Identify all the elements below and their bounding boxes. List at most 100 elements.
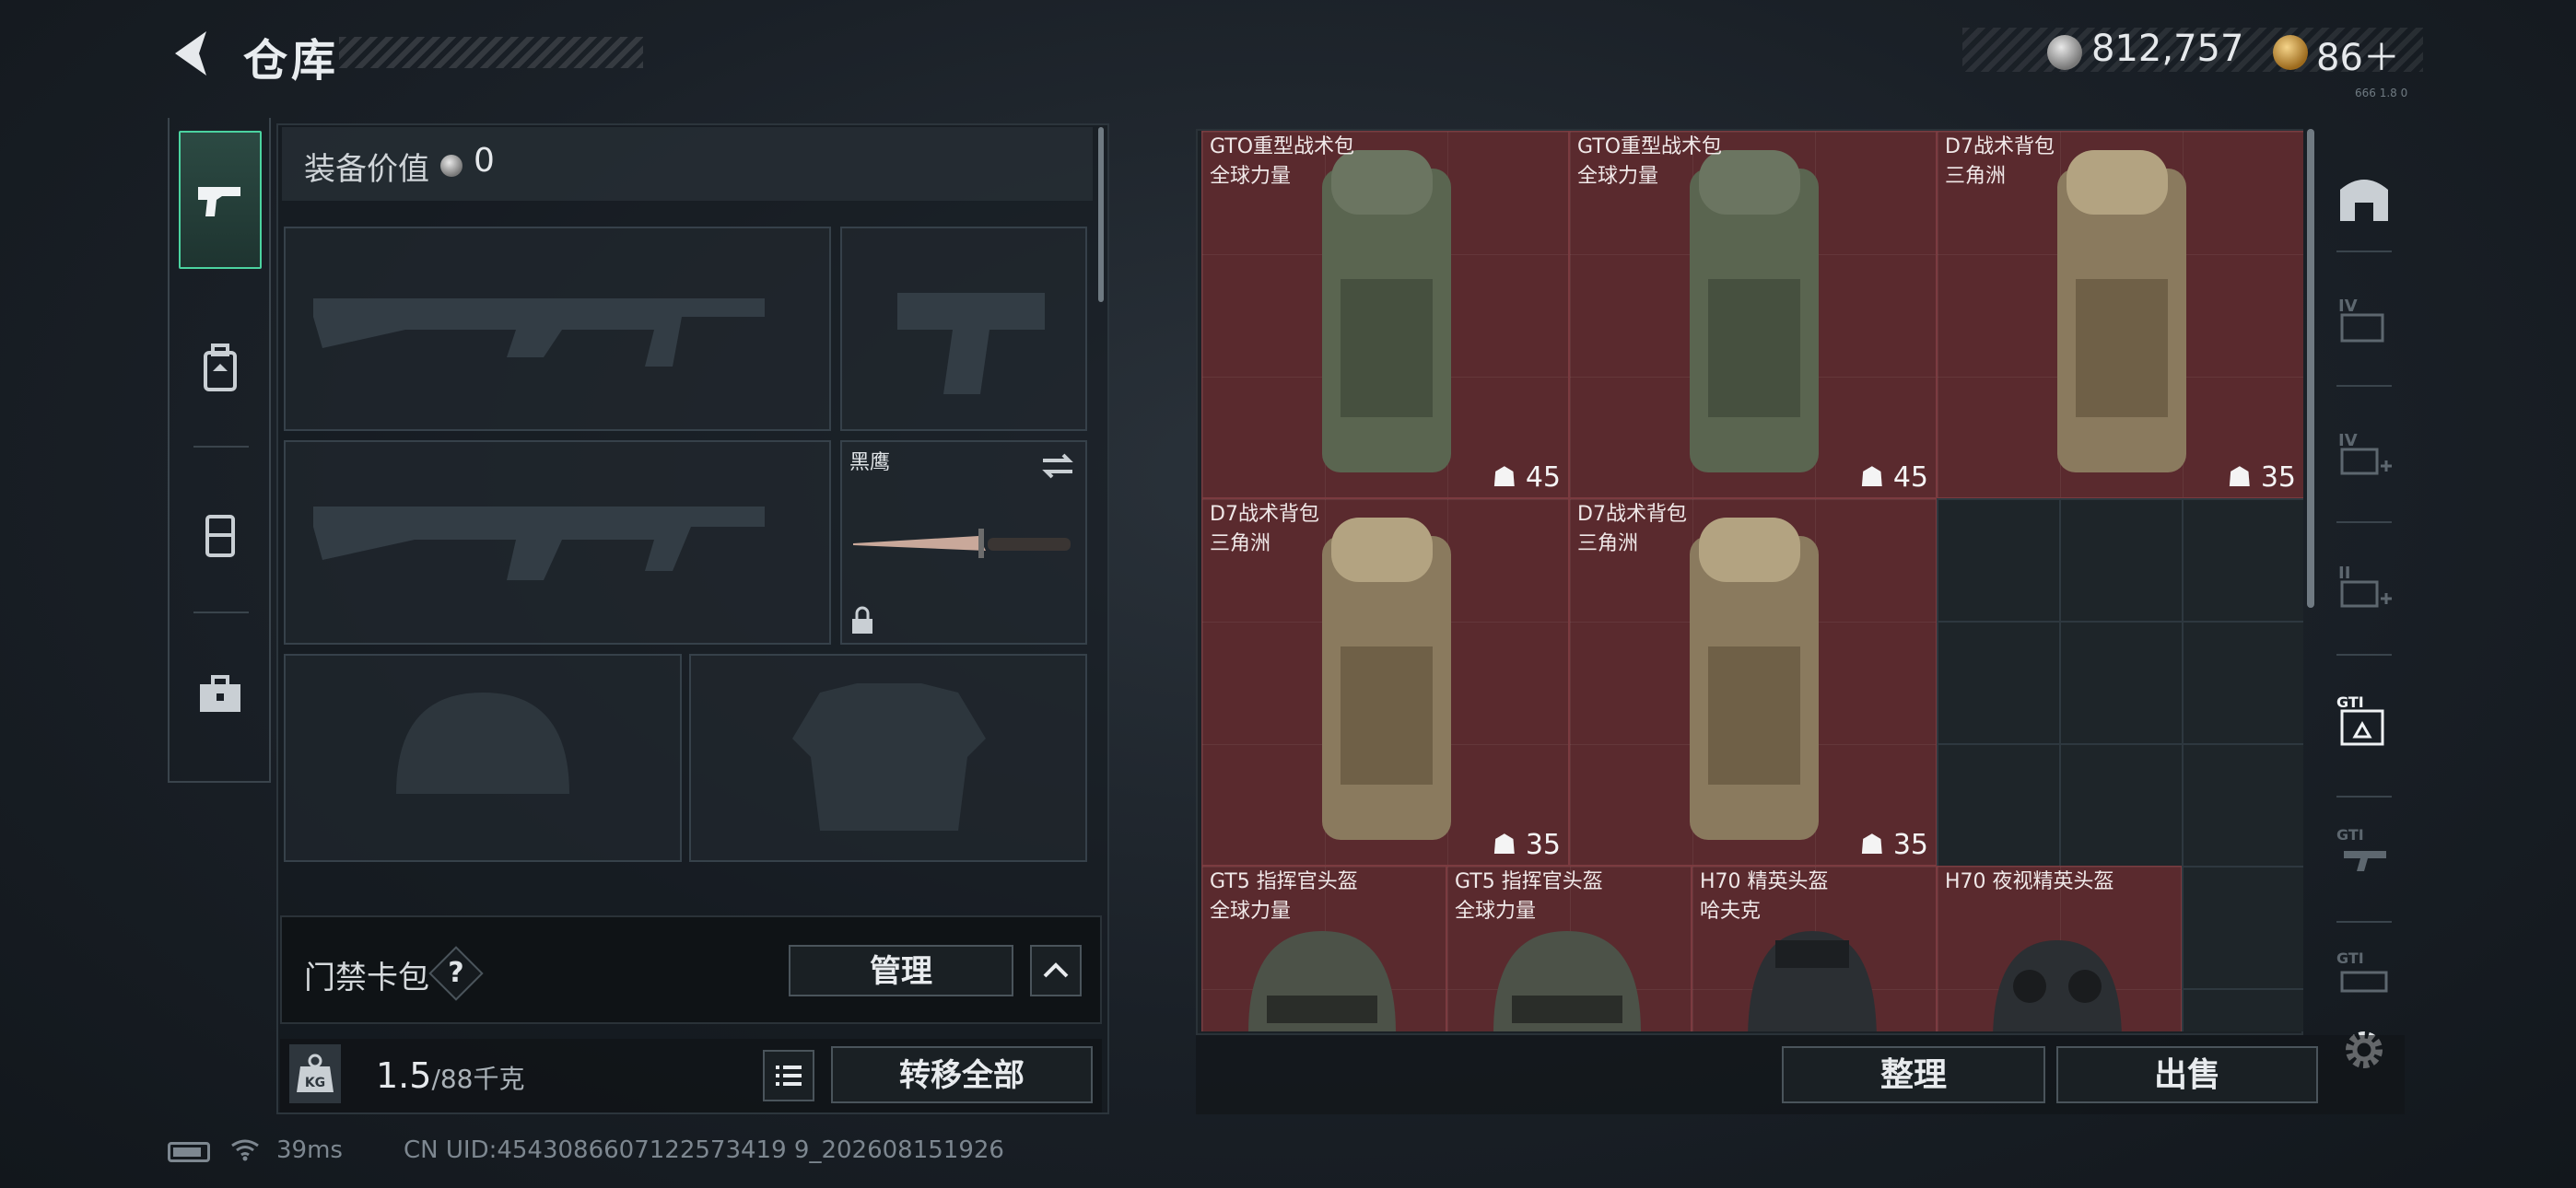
svg-text:KG: KG — [305, 1076, 325, 1090]
storage-scrollbar[interactable] — [2307, 129, 2314, 608]
tab-gti-weapons[interactable]: GTI — [2329, 816, 2399, 886]
weight-max: /88千克 — [431, 1064, 525, 1094]
battery-level — [173, 1147, 201, 1157]
backpack-icon — [2057, 150, 2186, 472]
page-title: 仓库 — [243, 35, 340, 87]
pistol-silhouette-icon — [897, 293, 1045, 394]
rifle-silhouette-icon — [313, 298, 765, 367]
storage-item[interactable]: D7战术背包 三角洲 ☗ 35 — [1201, 498, 1569, 866]
capacity-label: ☗ 45 — [1492, 461, 1561, 494]
tab-weapons[interactable] — [179, 131, 262, 269]
storage-item[interactable]: GTO重型战术包 全球力量 ☗ 45 — [1201, 131, 1569, 498]
storage-item[interactable]: H70 精英头盔 哈夫克 — [1692, 866, 1937, 1031]
svg-text:IV: IV — [2338, 431, 2358, 450]
box-add-icon: II — [2338, 564, 2392, 608]
tab-chest-rig[interactable] — [179, 466, 262, 604]
tab-divider — [2336, 521, 2392, 523]
access-card-label: 门禁卡包 — [304, 960, 429, 996]
gti-gun-icon: GTI — [2336, 826, 2386, 871]
sell-button[interactable]: 出售 — [2056, 1046, 2318, 1103]
briefcase-icon — [200, 675, 240, 712]
back-arrow-icon[interactable] — [166, 26, 217, 81]
tab-storage-iv-b[interactable]: IV — [2329, 420, 2399, 490]
version-tag: 666 1.8 0 — [2355, 87, 2408, 99]
list-icon — [776, 1066, 802, 1086]
box-iv-icon: IV — [2338, 297, 2384, 343]
secondary-weapon-slot[interactable] — [840, 227, 1087, 431]
helmet-slot[interactable] — [284, 654, 682, 862]
gold-currency-amount[interactable]: 86＋ — [2316, 28, 2400, 81]
chevron-up-icon — [1043, 962, 1069, 978]
tab-gti-equipment[interactable]: GTI — [2329, 685, 2399, 755]
tab-divider — [2336, 250, 2392, 252]
storage-item[interactable]: D7战术背包 三角洲 ☗ 35 — [1937, 131, 2303, 498]
tab-gti-misc[interactable]: GTI — [2329, 939, 2399, 1009]
backpack-icon — [1322, 518, 1451, 840]
capacity-label: ☗ 35 — [2227, 461, 2296, 494]
transfer-all-button[interactable]: 转移全部 — [831, 1046, 1093, 1103]
svg-text:IV: IV — [2338, 297, 2358, 316]
equipment-value-number: 0 — [474, 142, 495, 180]
vault-icon — [2340, 180, 2388, 221]
armor-silhouette-icon — [792, 683, 986, 831]
storage-item[interactable]: GT5 指挥官头盔 全球力量 — [1446, 866, 1692, 1031]
night-vision-helmet-icon — [1993, 940, 2122, 1031]
lock-icon — [852, 606, 872, 634]
helmet-icon — [1748, 931, 1877, 1031]
capacity-label: ☗ 35 — [1492, 829, 1561, 861]
storage-item[interactable]: H70 夜视精英头盔 — [1937, 866, 2182, 1031]
help-icon[interactable]: ? — [437, 954, 475, 993]
tab-storage-iv-a[interactable]: IV — [2329, 285, 2399, 355]
collapse-button[interactable] — [1030, 945, 1082, 996]
backpack-icon — [1322, 150, 1451, 472]
melee-name: 黑鹰 — [849, 451, 891, 474]
storage-item[interactable]: GTO重型战术包 全球力量 ☗ 45 — [1569, 131, 1937, 498]
melee-slot[interactable]: 黑鹰 — [840, 440, 1087, 645]
tab-all-storage[interactable] — [2329, 162, 2399, 232]
tab-storage-ii[interactable]: II — [2329, 553, 2399, 623]
storage-item[interactable]: GT5 指挥官头盔 全球力量 — [1201, 866, 1446, 1031]
helmet-icon — [1493, 931, 1641, 1031]
silver-currency-amount: 812,757 — [2091, 28, 2244, 70]
knife-icon — [853, 529, 1071, 558]
vest-icon — [205, 515, 235, 557]
tab-divider — [2336, 921, 2392, 923]
svg-text:GTI: GTI — [2336, 949, 2364, 967]
storage-item[interactable]: D7战术背包 三角洲 ☗ 35 — [1569, 498, 1937, 866]
backpack-icon — [1690, 518, 1819, 840]
helmet-silhouette-icon — [396, 693, 569, 794]
primary-weapon-slot[interactable] — [284, 227, 831, 431]
capacity-label: ☗ 45 — [1859, 461, 1928, 494]
tab-divider — [2336, 796, 2392, 798]
backpack-icon — [204, 344, 237, 391]
tab-divider — [2336, 385, 2392, 387]
tab-backpack[interactable] — [179, 300, 262, 438]
wifi-icon — [231, 1139, 259, 1161]
ping-text: 39ms — [276, 1136, 343, 1164]
capacity-label: ☗ 35 — [1859, 829, 1928, 861]
tab-case[interactable] — [179, 626, 262, 764]
weight-display: 1.5/88千克 — [376, 1055, 525, 1096]
equipment-value-label: 装备价值 — [304, 151, 429, 188]
tab-divider — [193, 446, 249, 448]
list-view-button[interactable] — [763, 1050, 814, 1101]
svg-text:GTI: GTI — [2336, 826, 2364, 844]
box-add-icon: IV — [2338, 431, 2392, 475]
silver-coin-icon — [2047, 35, 2082, 70]
secondary-rifle-slot[interactable] — [284, 440, 831, 645]
gti-misc-icon: GTI — [2336, 949, 2388, 993]
helmet-icon — [1248, 931, 1396, 1031]
gold-coin-icon — [2273, 35, 2308, 70]
swap-icon[interactable] — [1039, 451, 1076, 481]
manage-button[interactable]: 管理 — [789, 945, 1013, 996]
weight-current: 1.5 — [376, 1055, 432, 1096]
armor-slot[interactable] — [689, 654, 1087, 862]
organize-button[interactable]: 整理 — [1782, 1046, 2045, 1103]
weight-icon: KG — [289, 1044, 341, 1103]
tab-divider — [2336, 654, 2392, 656]
tab-divider — [193, 611, 249, 613]
svg-text:II: II — [2338, 564, 2350, 583]
equipment-scrollbar[interactable] — [1098, 127, 1104, 302]
value-coin-icon — [440, 155, 463, 177]
rifle-silhouette-icon — [313, 507, 765, 580]
